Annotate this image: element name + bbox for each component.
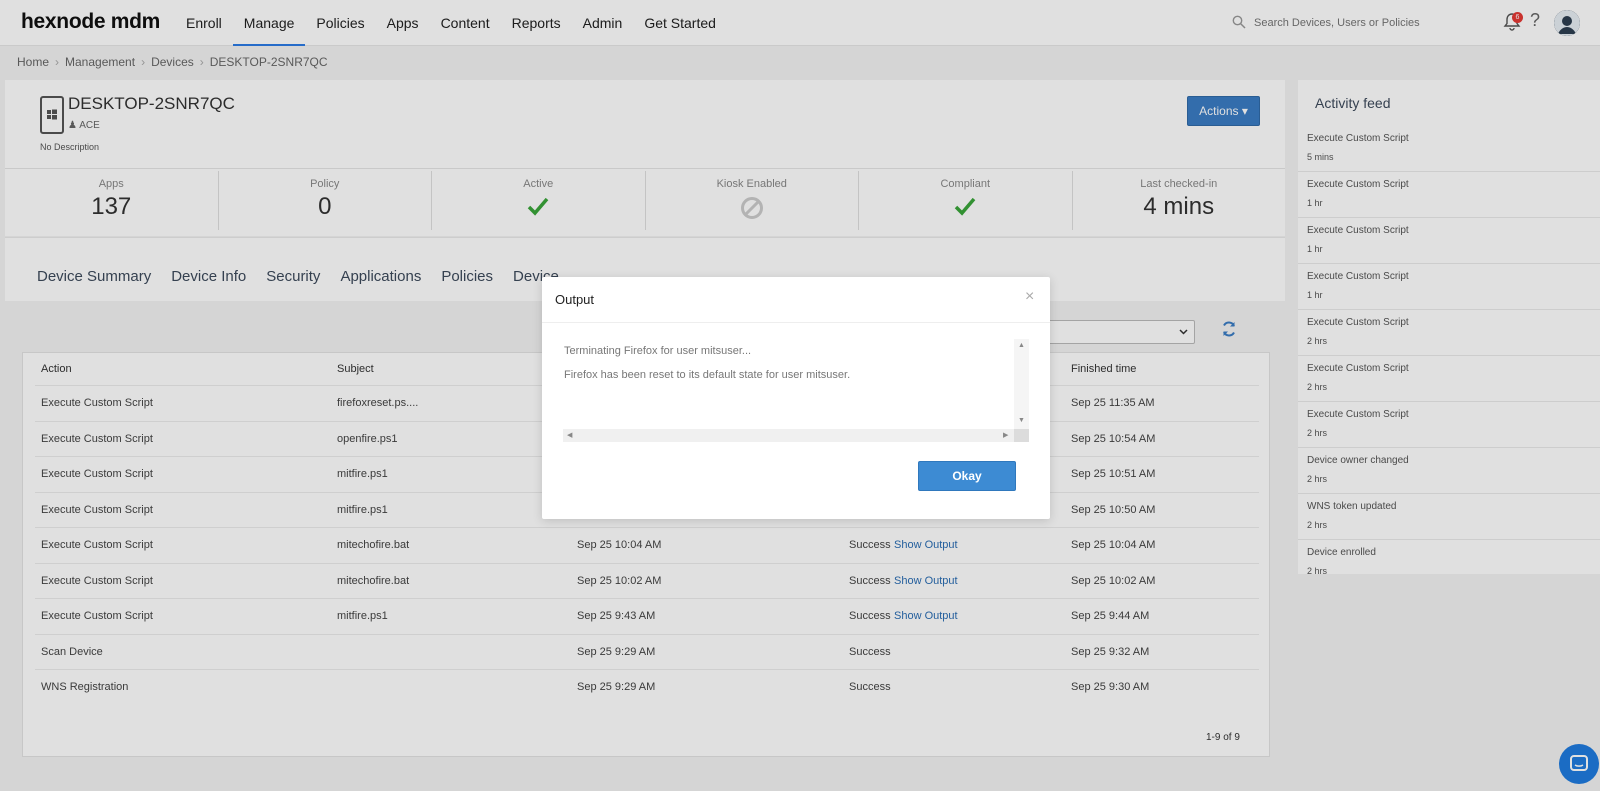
vertical-scrollbar[interactable]: ▲ ▼ [1014, 339, 1029, 429]
scroll-down-icon[interactable]: ▼ [1018, 417, 1025, 424]
horizontal-scrollbar[interactable]: ◀ ▶ [563, 429, 1014, 442]
output-line: Firefox has been reset to its default st… [564, 369, 851, 381]
modal-title: Output [555, 292, 595, 307]
scroll-up-icon[interactable]: ▲ [1018, 342, 1025, 349]
close-icon[interactable]: × [1025, 288, 1034, 306]
scroll-right-icon[interactable]: ▶ [1003, 431, 1008, 439]
output-modal: Output × Terminating Firefox for user mi… [542, 277, 1050, 519]
modal-header: Output × [542, 277, 1050, 323]
output-content: Terminating Firefox for user mitsuser...… [563, 339, 1013, 429]
scrollbar-corner [1014, 429, 1029, 442]
output-textarea[interactable]: Terminating Firefox for user mitsuser...… [563, 339, 1029, 442]
scroll-left-icon[interactable]: ◀ [567, 431, 572, 439]
okay-button[interactable]: Okay [918, 461, 1016, 491]
output-line: Terminating Firefox for user mitsuser... [564, 345, 752, 357]
